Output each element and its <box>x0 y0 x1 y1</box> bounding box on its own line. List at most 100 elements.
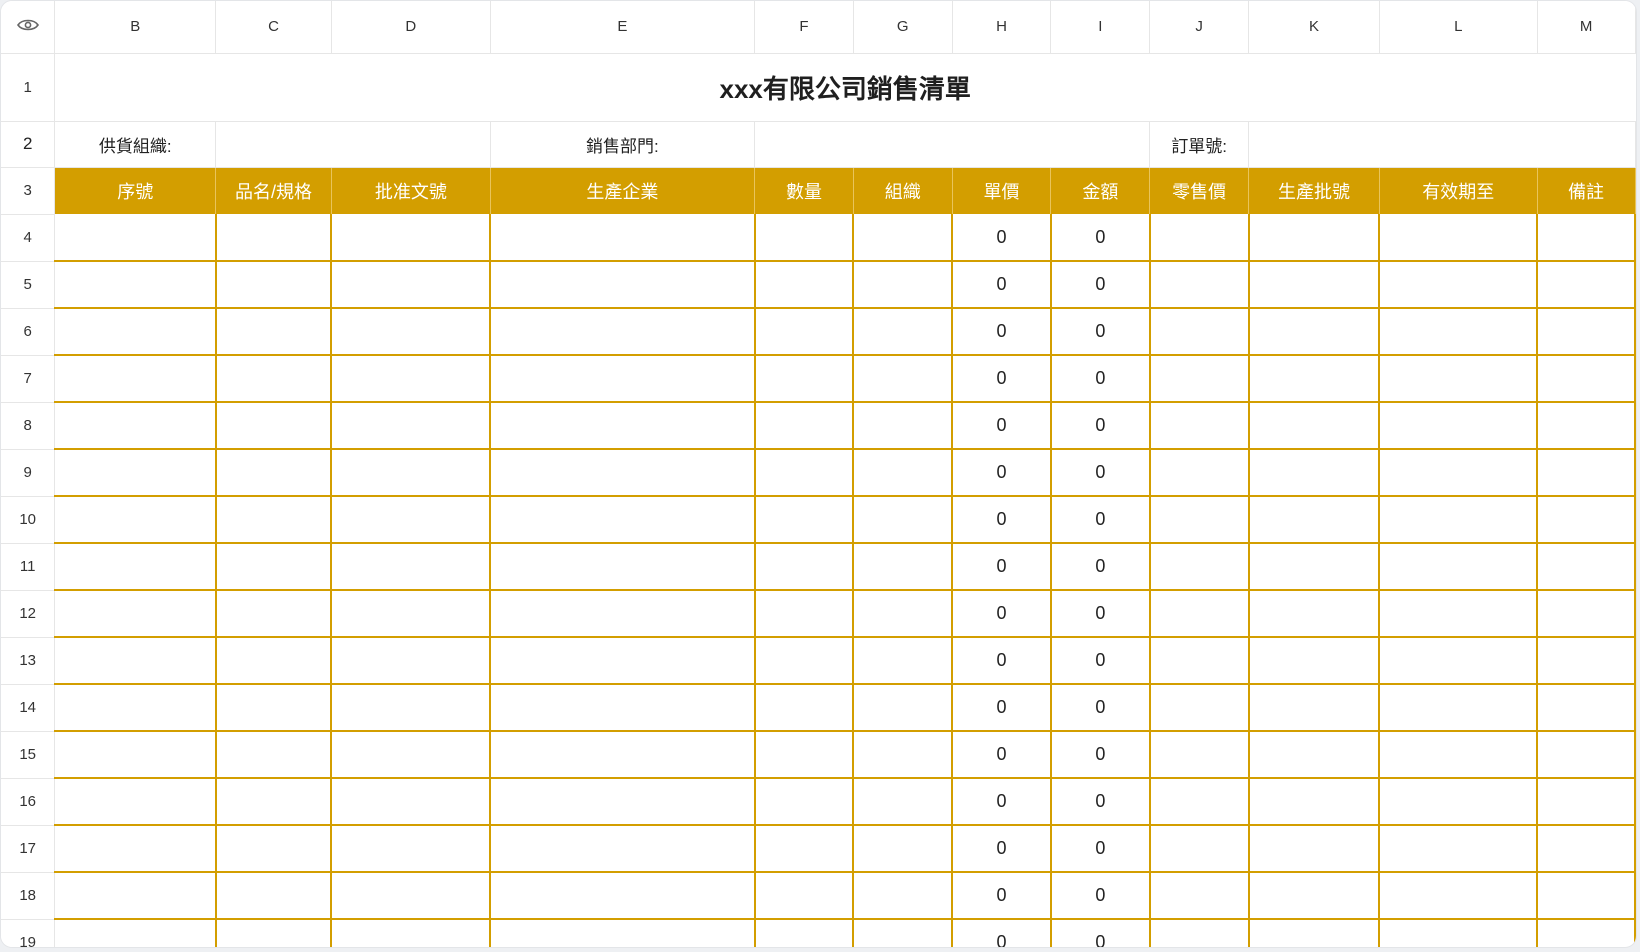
data-cell[interactable] <box>1149 637 1250 685</box>
unit-price-cell[interactable]: 0 <box>952 778 1052 826</box>
data-cell[interactable] <box>1248 731 1381 779</box>
unit-price-cell[interactable]: 0 <box>952 684 1052 732</box>
data-cell[interactable] <box>1379 731 1539 779</box>
header-cell-expiry[interactable]: 有效期至 <box>1379 167 1538 214</box>
data-cell[interactable] <box>1379 872 1539 920</box>
data-cell[interactable] <box>331 590 492 638</box>
data-cell[interactable] <box>215 919 333 947</box>
data-cell[interactable] <box>1149 778 1250 826</box>
data-cell[interactable] <box>754 590 855 638</box>
amount-cell[interactable]: 0 <box>1050 496 1151 544</box>
data-cell[interactable] <box>1537 402 1636 450</box>
data-cell[interactable] <box>853 778 954 826</box>
amount-cell[interactable]: 0 <box>1050 261 1151 309</box>
data-cell[interactable] <box>215 214 333 262</box>
data-cell[interactable] <box>853 543 954 591</box>
data-cell[interactable] <box>331 637 492 685</box>
data-cell[interactable] <box>1248 825 1381 873</box>
data-cell[interactable] <box>1537 355 1636 403</box>
data-cell[interactable] <box>853 449 954 497</box>
supplier-label-cell[interactable]: 供貨組織: <box>54 121 217 168</box>
row-number[interactable]: 19 <box>1 919 56 947</box>
data-cell[interactable] <box>331 449 492 497</box>
data-cell[interactable] <box>1379 261 1539 309</box>
data-cell[interactable] <box>1379 637 1539 685</box>
data-cell[interactable] <box>54 919 217 947</box>
row-number[interactable]: 18 <box>1 872 56 920</box>
unit-price-cell[interactable]: 0 <box>952 590 1052 638</box>
data-cell[interactable] <box>853 825 954 873</box>
unit-price-cell[interactable]: 0 <box>952 825 1052 873</box>
data-cell[interactable] <box>853 261 954 309</box>
data-cell[interactable] <box>54 496 217 544</box>
data-cell[interactable] <box>54 825 217 873</box>
row-number[interactable]: 13 <box>1 637 56 685</box>
row-number[interactable]: 4 <box>1 214 56 262</box>
data-cell[interactable] <box>1379 308 1539 356</box>
data-cell[interactable] <box>490 261 756 309</box>
header-cell-approval-no[interactable]: 批准文號 <box>331 167 491 214</box>
column-header-g[interactable]: G <box>853 1 953 54</box>
data-cell[interactable] <box>1248 919 1381 947</box>
amount-cell[interactable]: 0 <box>1050 731 1151 779</box>
data-cell[interactable] <box>215 778 333 826</box>
data-cell[interactable] <box>1537 919 1636 947</box>
amount-cell[interactable]: 0 <box>1050 825 1151 873</box>
data-cell[interactable] <box>1248 402 1381 450</box>
unit-price-cell[interactable]: 0 <box>952 261 1052 309</box>
data-cell[interactable] <box>754 919 855 947</box>
data-cell[interactable] <box>1379 402 1539 450</box>
data-cell[interactable] <box>1248 872 1381 920</box>
data-cell[interactable] <box>215 261 333 309</box>
data-cell[interactable] <box>54 449 217 497</box>
data-cell[interactable] <box>1149 684 1250 732</box>
data-cell[interactable] <box>1149 449 1250 497</box>
data-cell[interactable] <box>215 872 333 920</box>
data-cell[interactable] <box>215 496 333 544</box>
header-cell-remarks[interactable]: 備註 <box>1537 167 1636 214</box>
data-cell[interactable] <box>853 731 954 779</box>
data-cell[interactable] <box>1149 590 1250 638</box>
data-cell[interactable] <box>853 402 954 450</box>
amount-cell[interactable]: 0 <box>1050 402 1151 450</box>
data-cell[interactable] <box>1149 919 1250 947</box>
data-cell[interactable] <box>331 308 492 356</box>
data-cell[interactable] <box>1537 731 1636 779</box>
data-cell[interactable] <box>1248 449 1381 497</box>
data-cell[interactable] <box>1149 214 1250 262</box>
data-cell[interactable] <box>754 872 855 920</box>
header-cell-retail-price[interactable]: 零售價 <box>1149 167 1250 214</box>
column-header-j[interactable]: J <box>1149 1 1250 54</box>
unit-price-cell[interactable]: 0 <box>952 308 1052 356</box>
data-cell[interactable] <box>215 449 333 497</box>
data-cell[interactable] <box>853 637 954 685</box>
data-cell[interactable] <box>331 872 492 920</box>
amount-cell[interactable]: 0 <box>1050 543 1151 591</box>
data-cell[interactable] <box>853 214 954 262</box>
data-cell[interactable] <box>490 778 756 826</box>
amount-cell[interactable]: 0 <box>1050 637 1151 685</box>
data-cell[interactable] <box>490 825 756 873</box>
data-cell[interactable] <box>54 778 217 826</box>
data-cell[interactable] <box>1379 919 1539 947</box>
column-header-e[interactable]: E <box>490 1 756 54</box>
data-cell[interactable] <box>490 590 756 638</box>
order-value-cell[interactable] <box>1248 121 1636 168</box>
data-cell[interactable] <box>1379 214 1539 262</box>
data-cell[interactable] <box>1248 355 1381 403</box>
data-cell[interactable] <box>490 214 756 262</box>
data-cell[interactable] <box>1379 449 1539 497</box>
data-cell[interactable] <box>331 825 492 873</box>
data-cell[interactable] <box>331 355 492 403</box>
data-cell[interactable] <box>215 355 333 403</box>
unit-price-cell[interactable]: 0 <box>952 637 1052 685</box>
data-cell[interactable] <box>1149 308 1250 356</box>
data-cell[interactable] <box>215 684 333 732</box>
header-cell-quantity[interactable]: 數量 <box>754 167 854 214</box>
data-cell[interactable] <box>490 684 756 732</box>
column-header-f[interactable]: F <box>754 1 854 54</box>
data-cell[interactable] <box>1379 355 1539 403</box>
data-cell[interactable] <box>1248 496 1381 544</box>
row-number[interactable]: 8 <box>1 402 56 450</box>
data-cell[interactable] <box>1537 825 1636 873</box>
